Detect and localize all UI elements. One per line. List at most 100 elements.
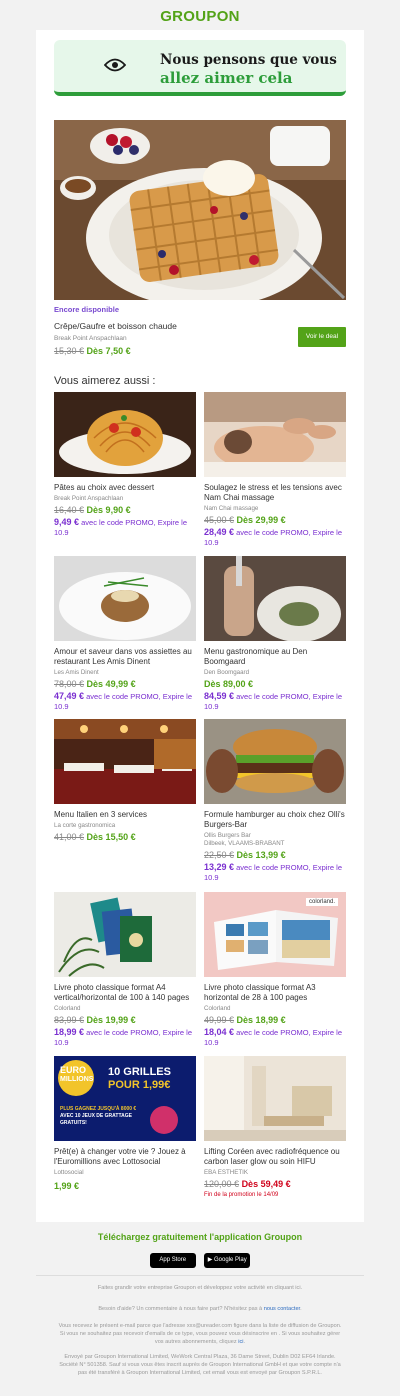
deal-image-pasta[interactable]	[54, 392, 196, 477]
promo-price-value: 47,49 €	[54, 691, 85, 701]
deal-title[interactable]: Pâtes au choix avec dessert	[54, 483, 196, 493]
app-store-button[interactable]: App Store	[149, 1253, 196, 1268]
deal-merchant: Colorland	[54, 1005, 81, 1012]
help-text: Besoin d'aide? Un commentaire à nous fai…	[98, 1306, 302, 1312]
deal-price: 83,99 € Dès 19,99 €	[54, 1015, 196, 1025]
promo-price: 13,29 € avec le code PROMO, Expire le 10…	[204, 862, 346, 883]
promo-price: 9,49 € avec le code PROMO, Expire le 10.…	[54, 517, 196, 538]
lotto-headline2: POUR 1,99€	[108, 1079, 171, 1091]
deal-merchant: Lottosocial	[54, 1169, 84, 1176]
deal-image-restaurant-dish[interactable]	[54, 556, 196, 641]
promo-price-value: 18,04 €	[204, 1027, 235, 1037]
new-price: 1,99 €	[54, 1181, 80, 1191]
groupon-logo[interactable]: GROUPON	[160, 8, 240, 25]
deal-image-euromillions[interactable]: EURO MILLIONS 10 GRILLES POUR 1,99€ PLUS…	[54, 1056, 196, 1141]
view-deal-button[interactable]: Voir le deal	[298, 327, 346, 347]
new-price: Dès 18,99 €	[236, 1015, 286, 1025]
eye-icon	[104, 58, 126, 72]
promo-price: 18,04 € avec le code PROMO, Expire le 10…	[204, 1027, 346, 1048]
promo-price-value: 84,59 €	[204, 691, 235, 701]
deal-card[interactable]: Menu gastronomique au Den Boomgaard Den …	[204, 556, 346, 712]
deal-title[interactable]: Livre photo classique format A4 vertical…	[54, 983, 196, 1003]
deal-image-beauty-salon[interactable]	[204, 1056, 346, 1141]
deal-image-photobook-a4[interactable]	[54, 892, 196, 977]
promo-price-value: 13,29 €	[204, 862, 235, 872]
old-price: 16,40 €	[54, 505, 85, 515]
deal-title[interactable]: Formule hamburger au choix chez Olli's B…	[204, 810, 346, 830]
hero-deal-title[interactable]: Crêpe/Gaufre et boisson chaude	[54, 321, 177, 331]
new-price: Dès 7,50 €	[86, 346, 131, 356]
new-price: Dès 49,99 €	[86, 679, 136, 689]
unsubscribe-text: Vous recevez le présent e-mail parce que…	[58, 1323, 342, 1345]
deal-price: 16,40 € Dès 9,90 €	[54, 505, 196, 515]
promo-price: 28,49 € avec le code PROMO, Expire le 10…	[204, 527, 346, 548]
footer-divider	[36, 1275, 364, 1276]
deal-image-photobook-a3[interactable]: colorland.	[204, 892, 346, 977]
promo-price: 18,99 € avec le code PROMO, Expire le 10…	[54, 1027, 196, 1048]
grow-business-text[interactable]: Faites grandir votre entreprise Groupon …	[56, 1284, 344, 1292]
new-price: Dès 89,00 €	[204, 679, 254, 689]
old-price: 22,50 €	[204, 850, 235, 860]
deal-card[interactable]: Livre photo classique format A4 vertical…	[54, 892, 196, 1048]
promo-price-value: 9,49 €	[54, 517, 80, 527]
app-store-badges: App Store ▶ Google Play	[0, 1248, 400, 1268]
promo-price-value: 28,49 €	[204, 527, 235, 537]
banner-line2: allez aimer cela	[160, 69, 293, 87]
deal-title[interactable]: Amour et saveur dans vos assiettes au re…	[54, 647, 196, 667]
deal-title[interactable]: Lifting Coréen avec radiofréquence ou ca…	[204, 1147, 346, 1167]
promo-end-date: Fin de la promotion le 14/09	[204, 1192, 279, 1198]
hero-deal-image[interactable]	[54, 120, 346, 300]
availability-label: Encore disponible	[54, 305, 120, 314]
lotto-subline2: AVEC 10 JEUX DE GRATTAGE	[60, 1113, 132, 1119]
deal-merchant: La corte gastronomica	[54, 822, 116, 829]
deal-title[interactable]: Menu gastronomique au Den Boomgaard	[204, 647, 346, 667]
deal-merchant: Den Boomgaard	[204, 669, 250, 676]
new-price: Dès 13,99 €	[236, 850, 286, 860]
promo-price: 84,59 € avec le code PROMO, Expire le 10…	[204, 691, 346, 712]
deal-price: 22,50 € Dès 13,99 €	[204, 850, 346, 860]
colorland-brand: colorland.	[305, 898, 338, 906]
deal-merchant: Ollis Burgers Bar	[204, 832, 251, 839]
old-price: 15,30 €	[54, 346, 85, 356]
deal-card[interactable]: Amour et saveur dans vos assiettes au re…	[54, 556, 196, 712]
deal-title[interactable]: Soulagez le stress et les tensions avec …	[204, 483, 346, 503]
old-price: 120,00 €	[204, 1179, 240, 1189]
banner-line1: Nous pensons que vous	[160, 52, 337, 68]
deal-card[interactable]: Formule hamburger au choix chez Olli's B…	[204, 719, 346, 883]
deal-price: 120,00 € Dès 59,49 €	[204, 1179, 346, 1189]
deal-card[interactable]: EURO MILLIONS 10 GRILLES POUR 1,99€ PLUS…	[54, 1056, 196, 1191]
deal-title[interactable]: Prêt(e) à changer votre vie ? Jouez à l'…	[54, 1147, 196, 1167]
deal-image-gastronomic[interactable]	[204, 556, 346, 641]
deal-merchant: EBA ESTHETIK	[204, 1169, 249, 1176]
deal-card[interactable]: Menu Italien en 3 services La corte gast…	[54, 719, 196, 842]
deal-title[interactable]: Menu Italien en 3 services	[54, 810, 196, 820]
deal-title[interactable]: Livre photo classique format A3 horizont…	[204, 983, 346, 1003]
subscriptions-link[interactable]: ici	[238, 1339, 243, 1345]
deal-image-hamburger[interactable]	[204, 719, 346, 804]
deal-card[interactable]: Soulagez le stress et les tensions avec …	[204, 392, 346, 548]
app-store-label: App Store	[159, 1257, 187, 1263]
deal-price: 78,00 € Dès 49,99 €	[54, 679, 196, 689]
deal-merchant: Break Point Anspachlaan	[54, 495, 124, 502]
new-price: Dès 59,49 €	[241, 1179, 291, 1189]
email-card: Nous pensons que vous allez aimer cela E…	[36, 30, 364, 1222]
lotto-subline1: PLUS GAGNEZ JUSQU'À 8000 €	[60, 1106, 137, 1112]
deal-merchant: Colorland	[204, 1005, 231, 1012]
deal-card[interactable]: colorland. Livre photo classique format …	[204, 892, 346, 1048]
lotto-millions: MILLIONS	[60, 1076, 94, 1083]
deal-price: 1,99 €	[54, 1181, 196, 1191]
section-title: Vous aimerez aussi :	[54, 375, 156, 387]
google-play-button[interactable]: ▶ Google Play	[204, 1253, 251, 1268]
deal-card[interactable]: Lifting Coréen avec radiofréquence ou ca…	[204, 1056, 346, 1198]
old-price: 41,00 €	[54, 832, 85, 842]
lotto-euro: EURO	[60, 1065, 87, 1075]
old-price: 49,99 €	[204, 1015, 235, 1025]
deal-card[interactable]: Pâtes au choix avec dessert Break Point …	[54, 392, 196, 538]
deal-image-italian-restaurant[interactable]	[54, 719, 196, 804]
new-price: Dès 9,90 €	[86, 505, 131, 515]
deal-price: Dès 89,00 €	[204, 679, 346, 689]
contact-link[interactable]: nous contacter	[264, 1306, 300, 1312]
new-price: Dès 19,99 €	[86, 1015, 136, 1025]
new-price: Dès 29,99 €	[236, 515, 286, 525]
deal-image-massage[interactable]	[204, 392, 346, 477]
